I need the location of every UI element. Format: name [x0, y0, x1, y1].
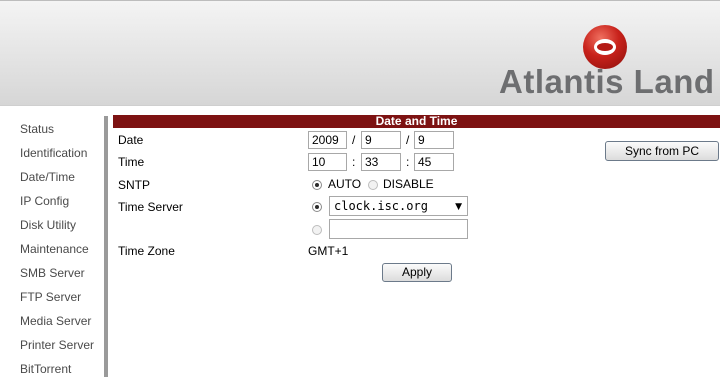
sidebar-item-smb-server[interactable]: SMB Server — [20, 266, 85, 280]
sidebar-item-identification[interactable]: Identification — [20, 146, 87, 160]
time-server-preset-radio[interactable] — [312, 202, 322, 212]
time-hour-input[interactable]: 10 — [308, 153, 347, 171]
time-zone-label: Time Zone — [118, 244, 175, 258]
sidebar-item-disk-utility[interactable]: Disk Utility — [20, 218, 76, 232]
time-separator: : — [406, 155, 410, 169]
date-separator: / — [352, 133, 356, 147]
date-year-input[interactable]: 2009 — [308, 131, 347, 149]
panel-title: Date and Time — [113, 115, 720, 128]
time-second-input[interactable]: 45 — [414, 153, 454, 171]
sidebar-item-status[interactable]: Status — [20, 122, 54, 136]
dropdown-arrow-icon: ▼ — [455, 202, 462, 212]
date-separator: / — [406, 133, 410, 147]
logo-text: Atlantis Land — [499, 63, 715, 100]
brand-logo: Atlantis Land — [499, 25, 714, 105]
date-month-input[interactable]: 9 — [361, 131, 401, 149]
sntp-auto-label: AUTO — [328, 177, 362, 191]
sidebar-item-printer-server[interactable]: Printer Server — [20, 338, 94, 352]
time-server-select[interactable]: clock.isc.org ▼ — [329, 196, 468, 216]
sidebar-item-date-time[interactable]: Date/Time — [20, 170, 75, 184]
sntp-auto-radio[interactable] — [312, 180, 322, 190]
sntp-disable-label: DISABLE — [383, 177, 434, 191]
time-server-label: Time Server — [118, 200, 183, 214]
time-server-selected-value: clock.isc.org — [334, 199, 428, 213]
sidebar-item-bittorrent[interactable]: BitTorrent — [20, 362, 71, 376]
time-zone-value: GMT+1 — [308, 244, 349, 258]
time-separator: : — [352, 155, 356, 169]
header-banner: Atlantis Land — [0, 0, 720, 106]
sidebar-item-ip-config[interactable]: IP Config — [20, 194, 69, 208]
date-day-input[interactable]: 9 — [414, 131, 454, 149]
sidebar-item-maintenance[interactable]: Maintenance — [20, 242, 89, 256]
sidebar-item-ftp-server[interactable]: FTP Server — [20, 290, 81, 304]
time-server-custom-radio[interactable] — [312, 225, 322, 235]
time-label: Time — [118, 155, 145, 169]
sidebar-item-media-server[interactable]: Media Server — [20, 314, 91, 328]
time-minute-input[interactable]: 33 — [361, 153, 401, 171]
sync-from-pc-button[interactable]: Sync from PC — [605, 141, 719, 161]
sntp-label: SNTP — [118, 178, 151, 192]
sntp-disable-radio[interactable] — [368, 180, 378, 190]
sidebar-divider — [104, 116, 108, 377]
time-server-custom-input[interactable] — [329, 219, 468, 239]
apply-button[interactable]: Apply — [382, 263, 452, 282]
date-label: Date — [118, 133, 144, 147]
